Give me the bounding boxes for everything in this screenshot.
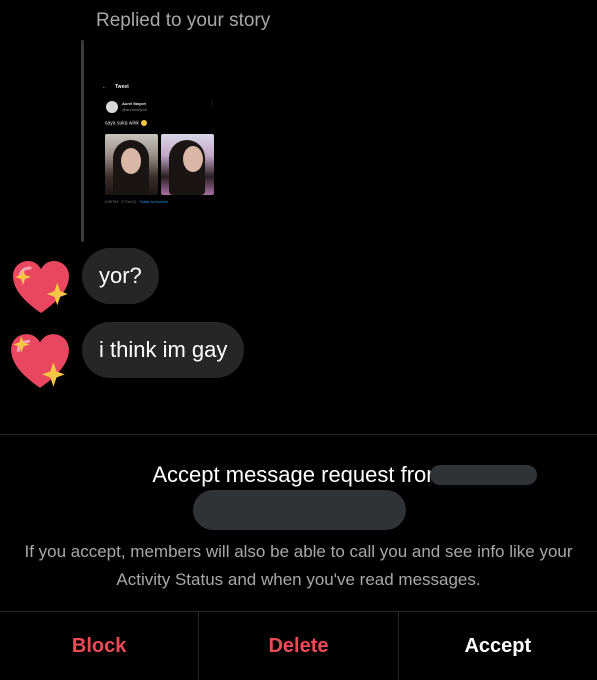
wink-emoji-icon: [140, 120, 147, 126]
message-bubble[interactable]: yor?: [82, 248, 159, 304]
more-options-icon: ⋮: [209, 101, 214, 107]
tweet-header-title: Tweet: [115, 84, 129, 90]
redacted-username: [193, 490, 406, 530]
tweet-meta-source: Twitter for Android: [139, 200, 168, 204]
back-arrow-icon: ←: [102, 84, 107, 90]
tweet-meta: 6:38 PM · 27 Oct 21 · Twitter for Androi…: [105, 200, 168, 204]
tweet-author-name: Aurel Mayori: [122, 101, 147, 106]
tweet-photo-1: [105, 134, 158, 195]
tweet-text: saya suka wink: [105, 120, 147, 126]
replied-to-story-label: Replied to your story: [96, 10, 271, 31]
tweet-meta-time: 6:38 PM · 27 Oct 21 ·: [105, 200, 140, 204]
tweet-text-content: saya suka wink: [105, 120, 139, 127]
delete-button[interactable]: Delete: [198, 612, 397, 680]
redacted-username: [430, 465, 537, 485]
section-divider: [0, 434, 597, 435]
sparkling-heart-icon: [13, 261, 69, 313]
story-reply-bar: [81, 40, 84, 242]
story-thumbnail[interactable]: ← Tweet Aurel Mayori @aurelmayori ⋮ saya …: [96, 79, 222, 213]
block-button[interactable]: Block: [0, 612, 198, 680]
sparkling-heart-icon: [11, 334, 69, 388]
message-bubble[interactable]: i think im gay: [82, 322, 245, 378]
tweet-header: ← Tweet: [102, 84, 129, 90]
tweet-author-handle: @aurelmayori: [122, 107, 147, 112]
request-actions: Block Delete Accept: [0, 611, 597, 680]
avatar: [106, 101, 118, 113]
request-title-text: Accept message request from: [152, 462, 445, 487]
request-description: If you accept, members will also be able…: [24, 542, 573, 589]
accept-button[interactable]: Accept: [397, 612, 597, 680]
tweet-photo-2: [161, 134, 214, 195]
dm-thread: Replied to your story ← Tweet Aurel Mayor…: [0, 0, 597, 680]
